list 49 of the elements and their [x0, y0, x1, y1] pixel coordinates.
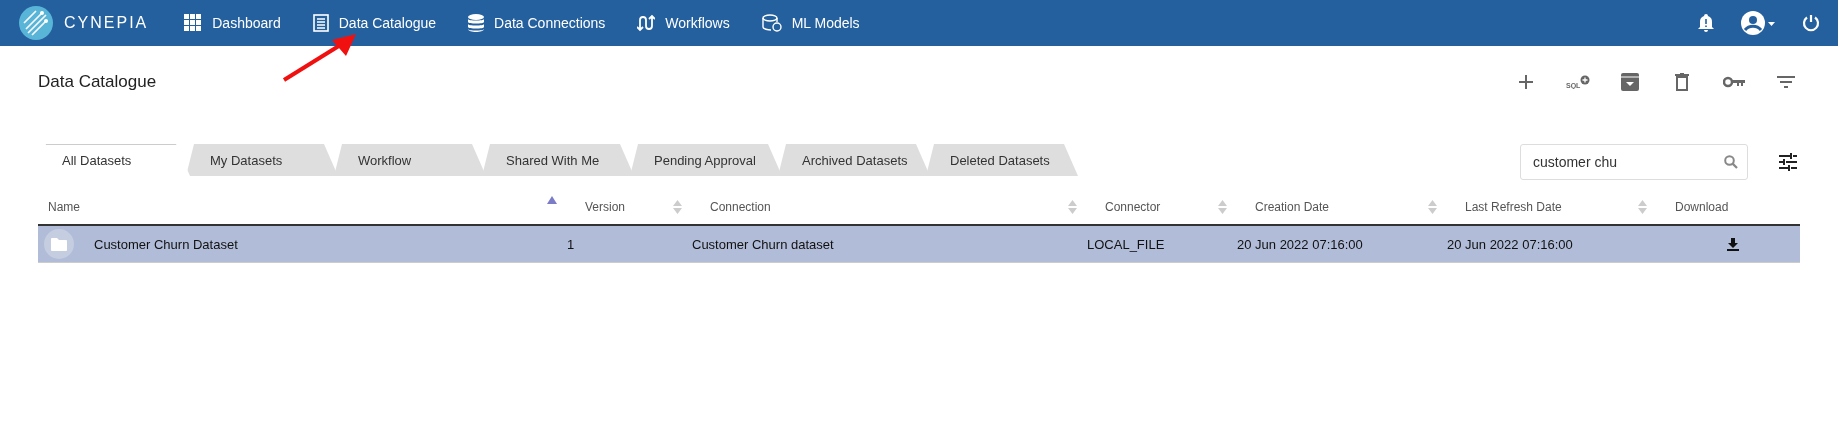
- power-icon[interactable]: [1802, 14, 1820, 32]
- table-cell-text: LOCAL_FILE: [1086, 236, 1166, 252]
- sliders-icon: [1779, 153, 1797, 171]
- table-cell-text: Customer Churn Dataset: [93, 236, 238, 252]
- nav-item[interactable]: Data Catalogue: [310, 10, 439, 36]
- search-field[interactable]: customer chu: [1520, 144, 1748, 180]
- download-icon[interactable]: [1726, 237, 1739, 251]
- database-icon: [468, 14, 485, 32]
- document-icon: [312, 14, 329, 32]
- column-header[interactable]: Version: [565, 190, 690, 224]
- column-header[interactable]: Download: [1655, 190, 1800, 224]
- tab[interactable]: Archived Datasets: [778, 144, 930, 176]
- table-cell-text: Customer Churn dataset: [691, 236, 835, 252]
- sort-ascending-icon[interactable]: [547, 196, 557, 204]
- tab[interactable]: Shared With Me: [482, 144, 634, 176]
- table-cell-text: 1: [566, 236, 576, 252]
- table-cell-text: 20 Jun 2022 07:16:00: [1446, 236, 1574, 252]
- column-settings-button[interactable]: [1776, 150, 1800, 174]
- tab[interactable]: Deleted Datasets: [926, 144, 1078, 176]
- grid-icon: [184, 14, 203, 32]
- nav-item[interactable]: Data Connections: [466, 10, 608, 36]
- tab[interactable]: Workflow: [334, 144, 486, 176]
- brand-name: CYNEPIA: [64, 14, 149, 32]
- table-row[interactable]: Customer Churn Dataset 1 Customer Churn dataset LOCAL_FILE 20 Jun 2022 07:16:00 20 Jun 2022 07:16:00: [38, 226, 1800, 263]
- search-icon: [1724, 155, 1738, 169]
- trash-icon: [1675, 73, 1689, 91]
- user-avatar-icon[interactable]: [1740, 10, 1776, 36]
- nav-item[interactable]: Dashboard: [182, 10, 283, 36]
- folder-icon: [44, 229, 74, 259]
- tab[interactable]: Pending Approval: [630, 144, 782, 176]
- flow-arrows-icon: [637, 14, 656, 32]
- plus-icon: [1518, 74, 1534, 90]
- tab[interactable]: My Datasets: [186, 144, 338, 176]
- column-header[interactable]: Name: [38, 190, 565, 224]
- logo-icon: [18, 5, 54, 41]
- column-header[interactable]: Last Refresh Date: [1445, 190, 1655, 224]
- filter-icon: [1777, 76, 1795, 88]
- page-title: Data Catalogue: [38, 72, 157, 92]
- column-header[interactable]: Creation Date: [1235, 190, 1445, 224]
- column-header[interactable]: Connector: [1085, 190, 1235, 224]
- table-cell-text: 20 Jun 2022 07:16:00: [1236, 236, 1364, 252]
- database-gear-icon: [761, 14, 782, 32]
- nav-item[interactable]: Workflows: [635, 10, 732, 36]
- bell-icon[interactable]: [1698, 14, 1714, 32]
- column-header[interactable]: Connection: [690, 190, 1085, 224]
- toolbar-button[interactable]: [1618, 70, 1642, 94]
- archive-icon: [1621, 73, 1639, 91]
- nav-item[interactable]: ML Models: [759, 10, 862, 36]
- key-icon: [1723, 76, 1745, 88]
